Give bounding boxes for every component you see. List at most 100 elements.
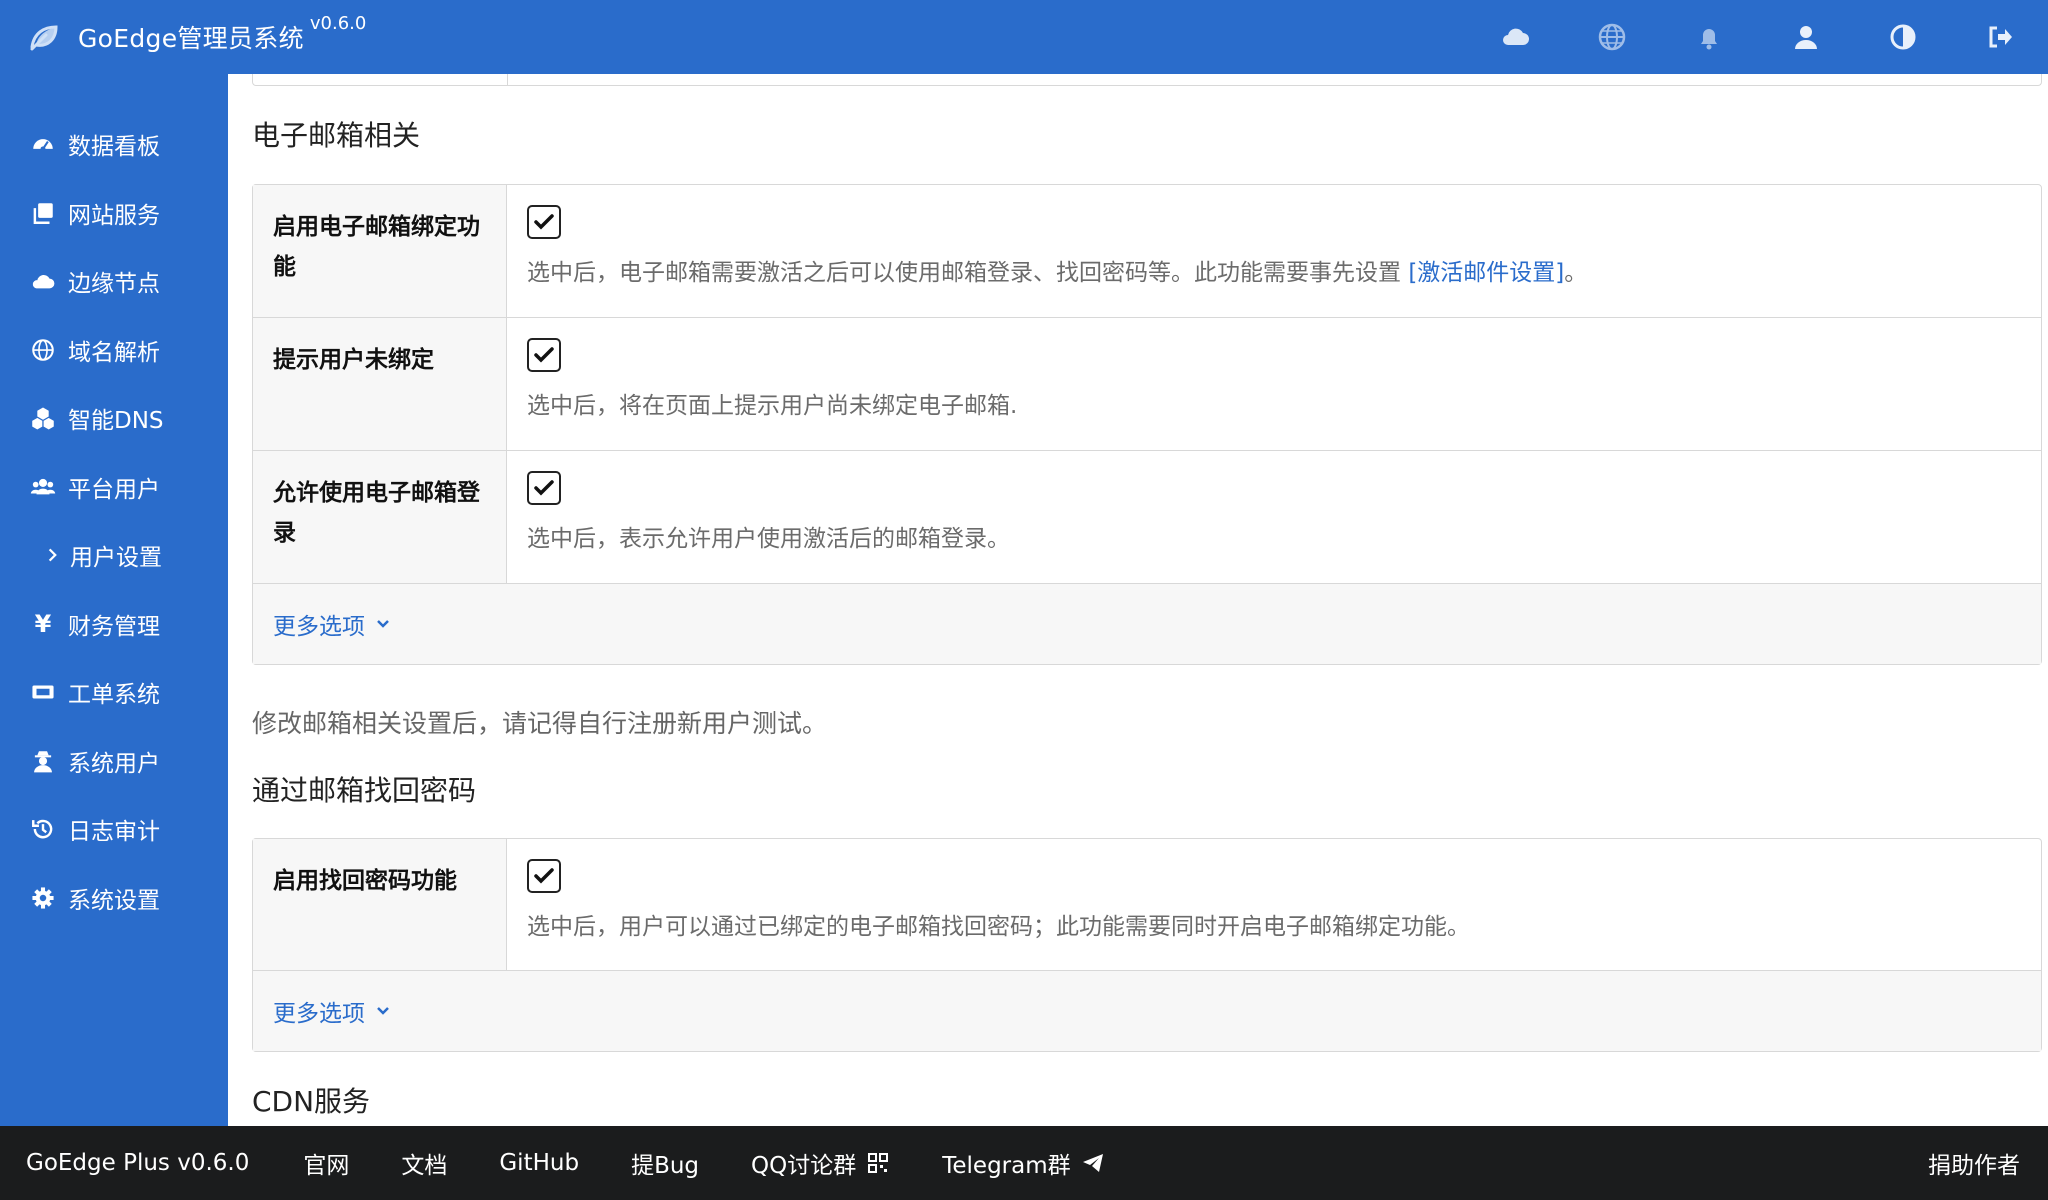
top-bar: GoEdge管理员系统 v0.6.0: [0, 0, 2048, 74]
sidebar-item-edge-nodes[interactable]: 边缘节点: [0, 247, 228, 316]
field-hint: 选中后，用户可以通过已绑定的电子邮箱找回密码；此功能需要同时开启电子邮箱绑定功能…: [527, 914, 1470, 940]
footer-label: GitHub: [499, 1150, 580, 1176]
check-icon: [534, 347, 554, 363]
sidebar-item-dashboard[interactable]: 数据看板: [0, 110, 228, 179]
email-settings-table: 启用电子邮箱绑定功能 选中后，电子邮箱需要激活之后可以使用邮箱登录、找回密码等。…: [252, 184, 2042, 665]
hint-text-end: 。: [1564, 260, 1588, 286]
yen-icon: ¥: [34, 609, 52, 638]
footer-label: Telegram群: [942, 1153, 1071, 1179]
table-row: 启用找回密码功能 选中后，用户可以通过已绑定的电子邮箱找回密码；此功能需要同时开…: [253, 839, 2041, 971]
more-options-toggle[interactable]: 更多选项: [253, 971, 2041, 1051]
globe-icon: [28, 335, 58, 365]
table-row: 允许使用电子邮箱登录 选中后，表示允许用户使用激活后的邮箱登录。: [253, 451, 2041, 584]
footer-version[interactable]: GoEdge Plus v0.6.0: [26, 1150, 249, 1176]
sidebar-item-label: 网站服务: [68, 202, 160, 229]
check-icon: [534, 480, 554, 496]
field-label: 启用电子邮箱绑定功能: [253, 185, 507, 317]
check-icon: [534, 868, 554, 884]
user-icon[interactable]: [1757, 0, 1854, 74]
sidebar-item-smart-dns[interactable]: 智能DNS: [0, 384, 228, 453]
sidebar-item-label: 工单系统: [68, 682, 160, 709]
footer-link-github[interactable]: GitHub: [499, 1150, 579, 1176]
prompt-unbound-checkbox[interactable]: [527, 338, 561, 372]
sidebar-nav: 数据看板 网站服务 边缘节点 域名解析 智能DNS 平台用户 用户设置 ¥ 财务: [0, 110, 228, 932]
field-hint: 选中后，表示允许用户使用激活后的邮箱登录。: [527, 526, 1010, 552]
sidebar: 数据看板 网站服务 边缘节点 域名解析 智能DNS 平台用户 用户设置 ¥ 财务: [0, 74, 228, 1126]
password-reset-table: 启用找回密码功能 选中后，用户可以通过已绑定的电子邮箱找回密码；此功能需要同时开…: [252, 838, 2042, 1052]
sidebar-item-label: 系统设置: [68, 887, 160, 914]
chevron-down-icon: [377, 620, 389, 628]
globe-icon[interactable]: [1563, 0, 1660, 74]
footer-label: 官网: [303, 1153, 350, 1179]
sidebar-item-finance[interactable]: ¥ 财务管理: [0, 590, 228, 659]
field-value: 选中后，将在页面上提示用户尚未绑定电子邮箱.: [507, 318, 2041, 450]
sidebar-item-label: 财务管理: [68, 613, 160, 640]
footer-link-report-bug[interactable]: 提Bug: [631, 1146, 699, 1180]
field-value: 选中后，用户可以通过已绑定的电子邮箱找回密码；此功能需要同时开启电子邮箱绑定功能…: [507, 839, 2041, 970]
sidebar-item-audit-logs[interactable]: 日志审计: [0, 795, 228, 864]
sidebar-item-label: 数据看板: [68, 134, 160, 161]
cloud-icon[interactable]: [1466, 0, 1563, 74]
bell-icon[interactable]: [1660, 0, 1757, 74]
footer-link-qq-group[interactable]: QQ讨论群: [751, 1146, 890, 1180]
contrast-icon[interactable]: [1854, 0, 1951, 74]
field-label: 允许使用电子邮箱登录: [253, 451, 507, 583]
footer-link-official-site[interactable]: 官网: [303, 1146, 349, 1180]
footer-link-telegram[interactable]: Telegram群: [942, 1146, 1104, 1180]
sidebar-item-dns[interactable]: 域名解析: [0, 316, 228, 385]
footer-donate-link[interactable]: 捐助作者: [1928, 1126, 2020, 1200]
users-icon: [28, 472, 58, 502]
enable-password-reset-checkbox[interactable]: [527, 859, 561, 893]
dashboard-icon: [28, 129, 58, 159]
sidebar-item-label: 平台用户: [68, 476, 160, 503]
sidebar-item-system-users[interactable]: 系统用户: [0, 727, 228, 796]
more-options-toggle[interactable]: 更多选项: [253, 584, 2041, 664]
cubes-icon: [28, 403, 58, 433]
field-value: 选中后，表示允许用户使用激活后的邮箱登录。: [507, 451, 2041, 583]
section-heading-email: 电子邮箱相关: [252, 119, 421, 152]
sidebar-item-label: 用户设置: [70, 545, 162, 572]
cloud-icon: [28, 266, 58, 296]
footer-link-docs[interactable]: 文档: [401, 1146, 447, 1180]
field-hint: 选中后，将在页面上提示用户尚未绑定电子邮箱.: [527, 393, 1018, 419]
sidebar-item-user-settings[interactable]: 用户设置: [0, 521, 228, 590]
sidebar-item-web-services[interactable]: 网站服务: [0, 179, 228, 248]
more-options-label: 更多选项: [273, 614, 365, 640]
sidebar-item-label: 域名解析: [68, 339, 160, 366]
field-hint: 选中后，电子邮箱需要激活之后可以使用邮箱登录、找回密码等。此功能需要事先设置 […: [527, 257, 2021, 289]
footer-label: QQ讨论群: [751, 1153, 857, 1179]
footer-label: 文档: [401, 1153, 448, 1179]
leaf-icon: [28, 20, 62, 54]
section-heading-cdn: CDN服务: [252, 1085, 371, 1118]
logout-icon[interactable]: [1951, 0, 2048, 74]
sidebar-item-tickets[interactable]: 工单系统: [0, 658, 228, 727]
top-icon-bar: [1466, 0, 2048, 74]
allow-email-login-checkbox[interactable]: [527, 471, 561, 505]
clone-icon: [28, 198, 58, 228]
table-row: 启用电子邮箱绑定功能 选中后，电子邮箱需要激活之后可以使用邮箱登录、找回密码等。…: [253, 185, 2041, 318]
sidebar-item-label: 日志审计: [68, 819, 160, 846]
cog-icon: [28, 883, 58, 913]
sidebar-item-label: 系统用户: [68, 750, 160, 777]
main-content: 电子邮箱相关 启用电子邮箱绑定功能 选中后，电子邮箱需要激活之后可以使用邮箱登录…: [228, 74, 2048, 1126]
app-title: GoEdge管理员系统: [78, 24, 304, 53]
ticket-icon: [28, 677, 58, 707]
chevron-down-icon: [377, 1007, 389, 1015]
sidebar-item-system-settings[interactable]: 系统设置: [0, 864, 228, 933]
app-version: v0.6.0: [309, 12, 367, 34]
history-icon: [28, 814, 58, 844]
check-icon: [534, 214, 554, 230]
more-options-label: 更多选项: [273, 1001, 365, 1027]
table-row: 提示用户未绑定 选中后，将在页面上提示用户尚未绑定电子邮箱.: [253, 318, 2041, 451]
user-secret-icon: [28, 746, 58, 776]
footer-label: 提Bug: [631, 1153, 700, 1179]
sidebar-item-label: 边缘节点: [68, 271, 160, 298]
enable-email-binding-checkbox[interactable]: [527, 205, 561, 239]
brand[interactable]: GoEdge管理员系统 v0.6.0: [28, 0, 366, 74]
activation-email-settings-link[interactable]: [激活邮件设置]: [1408, 260, 1564, 286]
email-settings-note: 修改邮箱相关设置后，请记得自行注册新用户测试。: [252, 709, 828, 738]
field-value: 选中后，电子邮箱需要激活之后可以使用邮箱登录、找回密码等。此功能需要事先设置 […: [507, 185, 2041, 317]
section-heading-password-reset: 通过邮箱找回密码: [252, 774, 477, 807]
sidebar-item-platform-users[interactable]: 平台用户: [0, 453, 228, 522]
footer: GoEdge Plus v0.6.0 官网 文档 GitHub 提Bug QQ讨…: [0, 1126, 2048, 1200]
